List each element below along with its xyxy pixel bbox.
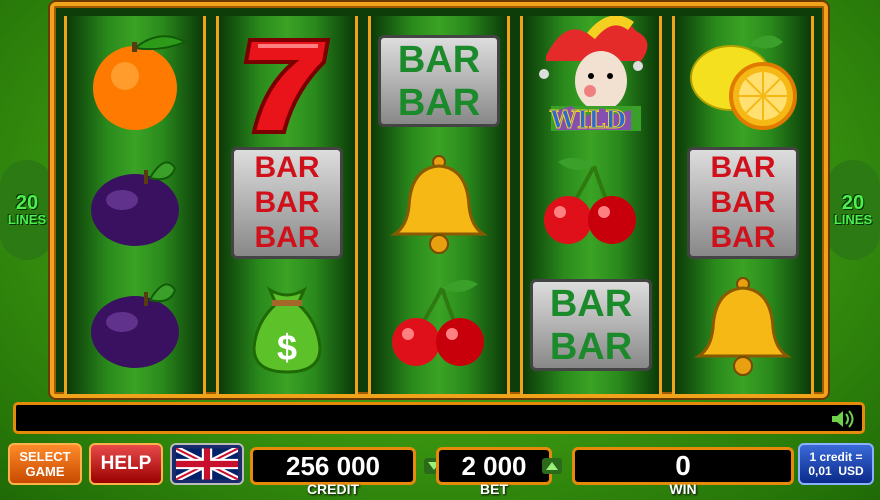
select-game-label-2: GAME	[25, 464, 65, 479]
lines-indicator-right: 20 LINES	[826, 160, 880, 260]
help-button[interactable]: HELP	[89, 443, 163, 485]
reel-1	[64, 16, 206, 394]
reel-3: BAR BAR	[368, 16, 510, 394]
bet-value: 2 000	[461, 450, 527, 481]
orange-icon	[93, 35, 188, 130]
bar-text: BAR	[254, 150, 320, 184]
speaker-icon[interactable]	[830, 408, 854, 430]
credit-display: 256 000	[250, 447, 416, 485]
cherry-symbol	[523, 142, 659, 264]
bell-icon	[390, 155, 488, 254]
seven-symbol	[219, 20, 355, 142]
lemon-icon	[690, 35, 797, 130]
wild-text: WILD	[549, 105, 626, 134]
bar-text: BAR	[710, 185, 776, 219]
bar-text: BAR	[710, 221, 776, 255]
select-game-label-1: SELECT	[19, 449, 71, 464]
bet-increase-icon[interactable]	[542, 458, 562, 474]
triple-bar-symbol: BAR BAR BAR	[675, 142, 811, 264]
help-label: HELP	[100, 453, 152, 474]
bar-text: BAR	[397, 38, 481, 81]
joker-icon: WILD	[539, 16, 648, 135]
reel-frame: BAR BAR BAR $ BAR BAR WILD BAR BAR BAR B…	[50, 2, 828, 398]
reel-4: WILD BAR BAR	[520, 16, 662, 394]
language-button[interactable]	[170, 443, 244, 485]
orange-symbol	[67, 20, 203, 142]
cherry-icon	[392, 279, 484, 366]
double-bar-symbol: BAR BAR	[523, 264, 659, 386]
money-bag-icon: $	[252, 286, 322, 374]
credit-label: CREDIT	[306, 481, 360, 497]
win-display: 0	[572, 447, 794, 485]
rate-label-2: 0,01 USD	[808, 464, 864, 478]
plum-symbol	[67, 142, 203, 264]
bar-text: BAR	[397, 81, 481, 124]
triple-bar-symbol: BAR BAR BAR	[219, 142, 355, 264]
seven-icon	[243, 38, 331, 134]
lines-label: LINES	[7, 212, 47, 227]
lines-count: 20	[841, 192, 865, 214]
bell-symbol	[371, 142, 507, 264]
win-value: 0	[675, 450, 691, 481]
bar-text: BAR	[710, 150, 776, 184]
lines-count: 20	[15, 192, 39, 214]
double-bar-symbol: BAR BAR	[371, 20, 507, 142]
plum-icon	[91, 283, 179, 368]
bet-display: 2 000	[436, 447, 552, 485]
bell-symbol	[675, 264, 811, 386]
lines-label: LINES	[833, 212, 873, 227]
bar-text: BAR	[254, 185, 320, 219]
plum-icon	[91, 161, 179, 246]
message-bar	[13, 402, 865, 434]
reel-5: BAR BAR BAR	[672, 16, 814, 394]
plum-symbol	[67, 264, 203, 386]
bell-icon	[694, 277, 792, 376]
credit-value: 256 000	[286, 450, 380, 481]
select-game-button[interactable]: SELECT GAME	[8, 443, 82, 485]
cherry-symbol	[371, 264, 507, 386]
lines-indicator-left: 20 LINES	[0, 160, 54, 260]
bar-text: BAR	[549, 325, 633, 368]
bet-label: BET	[480, 481, 508, 497]
reel-2: BAR BAR BAR $	[216, 16, 358, 394]
cherry-icon	[544, 157, 636, 244]
flag-uk-icon	[176, 448, 238, 480]
rate-label-1: 1 credit =	[809, 450, 863, 464]
lemon-symbol	[675, 20, 811, 142]
dollar-sign-text: $	[277, 327, 297, 368]
money-bag-symbol: $	[219, 264, 355, 386]
bar-text: BAR	[549, 282, 633, 325]
credit-rate-button[interactable]: 1 credit = 0,01 USD	[798, 443, 874, 485]
win-label: WIN	[669, 481, 697, 497]
bar-text: BAR	[254, 221, 320, 255]
joker-wild-symbol: WILD	[523, 16, 659, 142]
